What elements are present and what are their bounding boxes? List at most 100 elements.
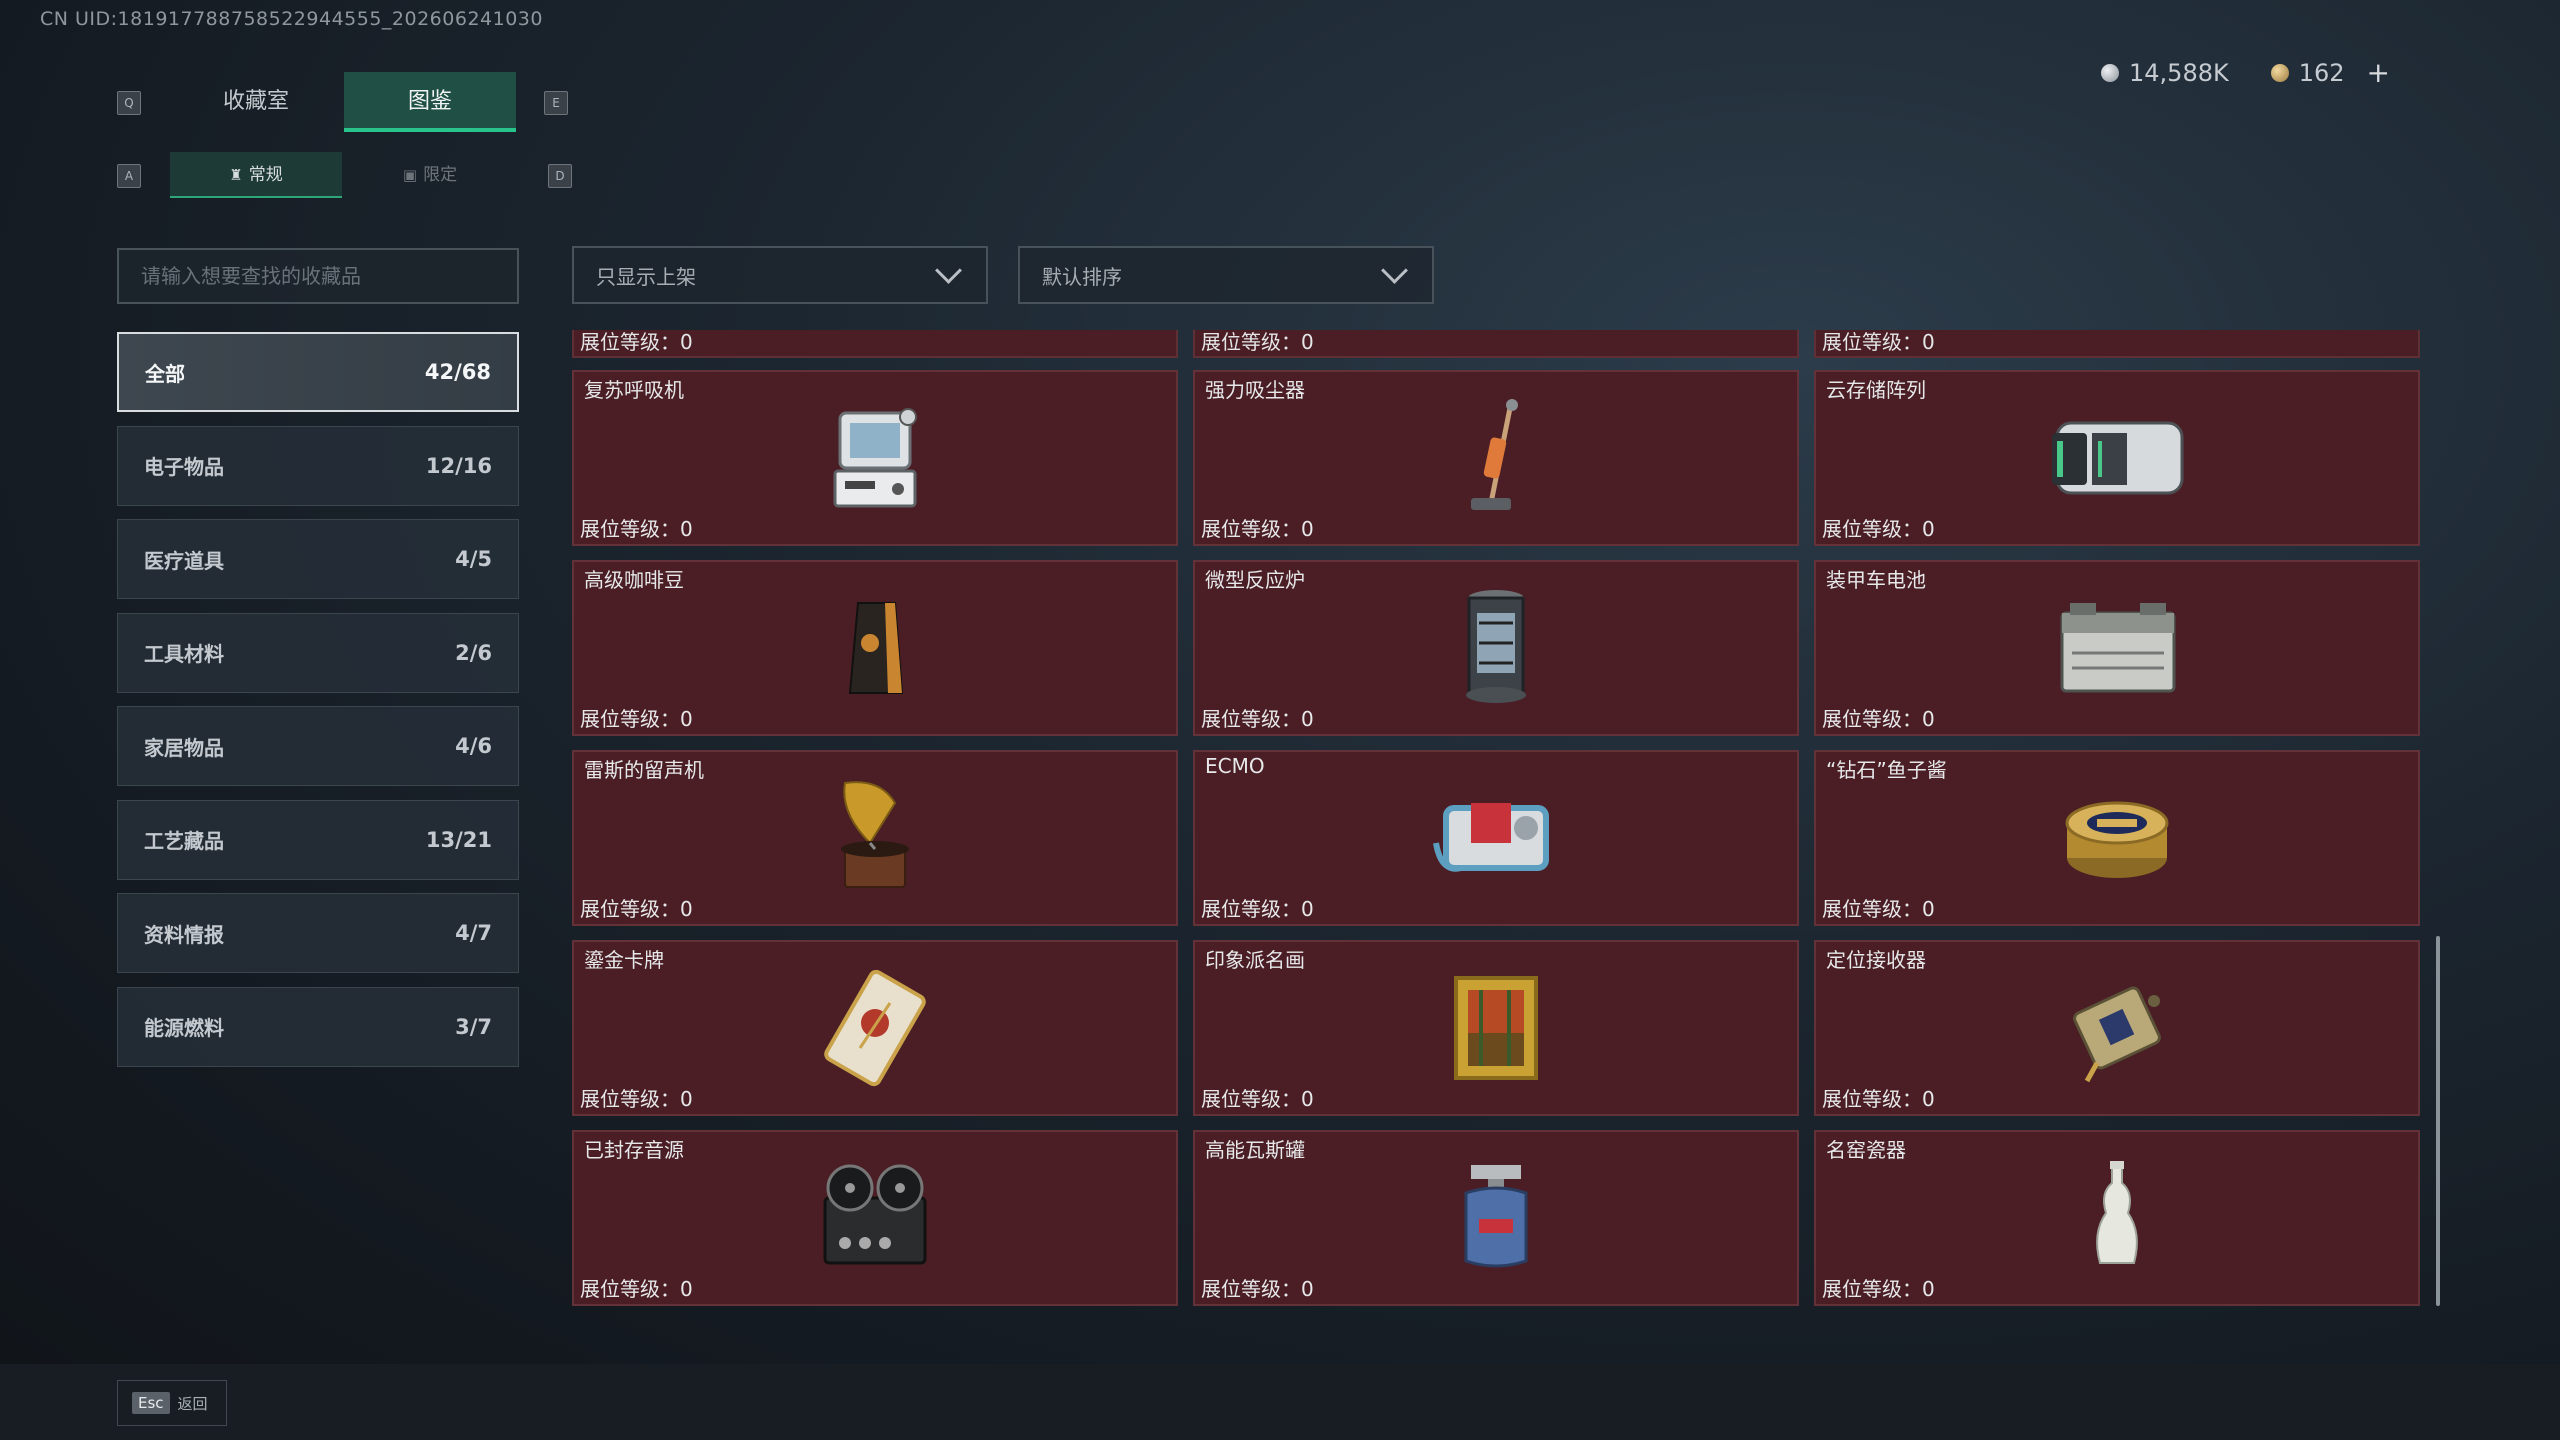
level-value: 0	[680, 707, 693, 731]
subtab-regular-label: 常规	[248, 165, 283, 185]
level-value: 0	[1301, 1087, 1314, 1111]
item-name: 鎏金卡牌	[584, 948, 664, 972]
level-label: 展位等级：	[1822, 1277, 1922, 1301]
gold-coin-icon	[2270, 63, 2289, 82]
level-label: 展位等级：	[1201, 707, 1301, 731]
category-label: 能源燃料	[144, 1016, 224, 1040]
item-card[interactable]: 名窑瓷器 展位等级：0	[1814, 1130, 2420, 1306]
item-name: 复苏呼吸机	[584, 378, 684, 402]
tab-codex[interactable]: 图鉴	[344, 72, 516, 132]
level-label: 展位等级：	[580, 1277, 680, 1301]
item-name: 定位接收器	[1826, 948, 1926, 972]
search-input[interactable]	[117, 248, 519, 304]
category-household[interactable]: 家居物品 4/6	[117, 706, 519, 786]
level-value: 0	[1301, 897, 1314, 921]
image-icon: ▣	[402, 166, 418, 184]
category-medical[interactable]: 医疗道具 4/5	[117, 519, 519, 599]
item-card[interactable]: 高级咖啡豆 展位等级：0	[572, 560, 1178, 736]
category-crafts[interactable]: 工艺藏品 13/21	[117, 799, 519, 880]
sort-value: 默认排序	[1042, 264, 1122, 289]
level-value: 0	[1301, 517, 1314, 541]
item-card[interactable]: “钻石”鱼子酱展位等级：0	[1814, 750, 2420, 926]
item-level: 展位等级：0	[1822, 1083, 1935, 1112]
subtab-limited-label: 限定	[423, 165, 458, 185]
item-card[interactable]: 高能瓦斯罐 展位等级：0	[1193, 1130, 1799, 1306]
tab-collection-room[interactable]: 收藏室	[170, 72, 342, 132]
item-level: 展位等级：0	[1201, 703, 1314, 732]
receiver-icon	[2073, 986, 2161, 1083]
item-name: 已封存音源	[584, 1138, 684, 1162]
porcelain-vase-icon	[2096, 1161, 2138, 1264]
player-uid: CN UID:181917788758522944555_20260624103…	[40, 8, 543, 30]
category-label: 家居物品	[144, 735, 224, 760]
category-count: 4/5	[455, 547, 492, 571]
back-label: 返回	[177, 1394, 208, 1413]
subtab-regular[interactable]: ♜ 常规	[170, 152, 342, 198]
level-label: 展位等级：	[580, 897, 680, 921]
key-hint-d: D	[548, 164, 572, 188]
storage-array-icon	[2052, 421, 2184, 495]
item-card[interactable]: 微型反应炉 展位等级：0	[1193, 560, 1799, 736]
partial-card[interactable]: 展位等级：0	[572, 330, 1178, 358]
item-level: 展位等级：0	[580, 1273, 693, 1302]
item-card[interactable]: 印象派名画 展位等级：0	[1193, 940, 1799, 1116]
sort-dropdown[interactable]: 默认排序	[1018, 246, 1434, 304]
level-label: 展位等级：	[580, 707, 680, 731]
footer-bar	[0, 1364, 2560, 1440]
category-all[interactable]: 全部 42/68	[117, 332, 519, 412]
category-label: 医疗道具	[144, 548, 224, 573]
level-value: 0	[1301, 707, 1314, 731]
level-label: 展位等级：	[1201, 1087, 1301, 1111]
ventilator-icon	[833, 408, 917, 508]
level-label: 展位等级：	[1201, 330, 1301, 354]
caviar-tin-icon	[2065, 801, 2169, 878]
partial-card[interactable]: 展位等级：0	[1193, 330, 1799, 358]
level-value: 0	[680, 897, 693, 921]
item-level: 展位等级：0	[1822, 893, 1935, 922]
level-label: 展位等级：	[1201, 897, 1301, 921]
category-label: 资料情报	[144, 922, 224, 947]
partial-card[interactable]: 展位等级：0	[1814, 330, 2420, 358]
item-card[interactable]: 鎏金卡牌展位等级：0	[572, 940, 1178, 1116]
ecmo-machine-icon	[1433, 803, 1549, 872]
level-label: 展位等级：	[1822, 707, 1922, 731]
item-card[interactable]: 雷斯的留声机展位等级：0	[572, 750, 1178, 926]
key-hint-q: Q	[117, 91, 141, 115]
category-label: 工艺藏品	[144, 829, 224, 853]
category-count: 13/21	[425, 827, 492, 852]
tape-recorder-icon	[823, 1164, 927, 1265]
level-value: 0	[1922, 897, 1935, 921]
grid-scrollbar[interactable]	[2436, 936, 2440, 1306]
category-count: 42/68	[424, 360, 491, 384]
item-card[interactable]: ECMO 展位等级：0	[1193, 750, 1799, 926]
shelf-filter-dropdown[interactable]: 只显示上架	[572, 246, 988, 304]
item-card[interactable]: 强力吸尘器 展位等级：0	[1193, 370, 1799, 546]
item-card[interactable]: 云存储阵列 展位等级：0	[1814, 370, 2420, 546]
key-hint-e: E	[544, 91, 568, 115]
category-tools[interactable]: 工具材料 2/6	[117, 612, 519, 693]
add-currency-button[interactable]: +	[2367, 56, 2390, 89]
subtab-limited[interactable]: ▣ 限定	[344, 152, 516, 198]
level-value: 0	[1922, 330, 1935, 354]
level-value: 0	[1922, 707, 1935, 731]
category-energy[interactable]: 能源燃料 3/7	[117, 986, 519, 1067]
item-card[interactable]: 复苏呼吸机 展位等级：0	[572, 370, 1178, 546]
level-label: 展位等级：	[580, 330, 680, 354]
item-name: 雷斯的留声机	[584, 758, 704, 782]
item-card[interactable]: 装甲车电池 展位等级：0	[1814, 560, 2420, 736]
category-label: 电子物品	[144, 455, 224, 479]
level-value: 0	[1301, 330, 1314, 354]
item-card[interactable]: 已封存音源展位等级：0	[572, 1130, 1178, 1306]
category-intel[interactable]: 资料情报 4/7	[117, 893, 519, 973]
back-button[interactable]: Esc 返回	[117, 1380, 227, 1426]
item-level: 展位等级：0	[580, 1083, 693, 1112]
item-name: “钻石”鱼子酱	[1826, 758, 1947, 782]
silver-coin-icon	[2101, 63, 2119, 82]
item-name: 云存储阵列	[1826, 378, 1926, 402]
category-electronics[interactable]: 电子物品 12/16	[117, 425, 519, 506]
chevron-down-icon	[935, 256, 962, 284]
level-label: 展位等级：	[1822, 1087, 1922, 1111]
item-card[interactable]: 定位接收器展位等级：0	[1814, 940, 2420, 1116]
level-label: 展位等级：	[1201, 1277, 1301, 1301]
category-count: 2/6	[455, 640, 492, 665]
